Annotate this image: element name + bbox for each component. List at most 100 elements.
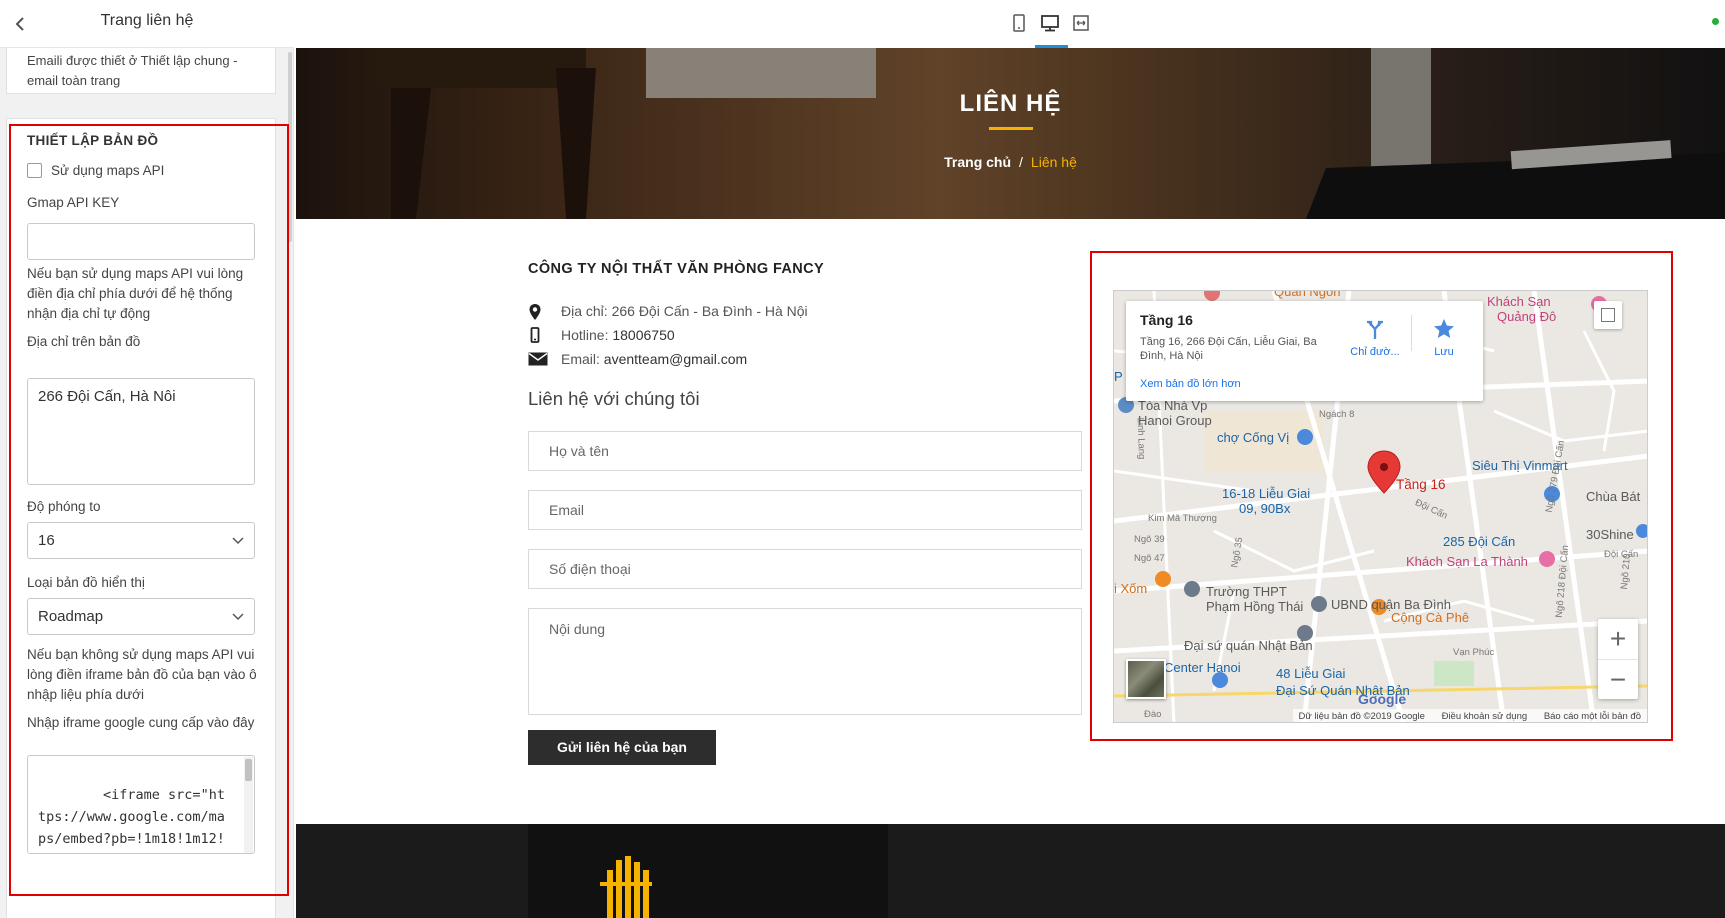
email-text: Email: aventteam@gmail.com [561, 351, 747, 367]
directions-label: Chỉ đườ... [1350, 346, 1400, 358]
address-label: Địa chỉ trên bản đồ [27, 334, 141, 349]
phone-input[interactable]: Số điện thoại [528, 549, 1082, 589]
status-dot [1712, 18, 1719, 25]
panel-scrollbar[interactable] [288, 52, 292, 242]
fullwidth-view-button[interactable] [1070, 12, 1092, 34]
poi-lieu-giai-2[interactable]: 09, 90Bx [1239, 501, 1290, 516]
embedded-map[interactable]: Quán Ngon Khách Sạn Quảng Đô P Tòa Nhà V… [1113, 290, 1648, 723]
map-type-label: Loại bản đồ hiển thị [27, 575, 145, 590]
poi-xom[interactable]: i Xốm [1114, 581, 1147, 596]
directions-button[interactable]: Chỉ đườ... [1347, 311, 1403, 363]
google-logo: Google [1358, 691, 1407, 707]
page-title: LIÊN HỆ [959, 90, 1062, 117]
zoom-label: Độ phóng to [27, 499, 101, 514]
zoom-in-button[interactable]: + [1598, 619, 1638, 659]
address-text: Địa chỉ: 266 Đội Cấn - Ba Đình - Hà Nội [561, 303, 808, 319]
chevron-down-icon [232, 537, 244, 545]
iframe-textarea-value: <iframe src="https://www.google.com/maps… [38, 787, 225, 847]
poi-48-lieu-giai[interactable]: 48 Liễu Giai [1276, 666, 1345, 681]
poi-cong-ca-phe[interactable]: Cộng Cà Phê [1391, 610, 1469, 625]
chevron-left-icon [15, 17, 24, 31]
map-type-select-value: Roadmap [38, 608, 104, 625]
company-logo [600, 856, 652, 918]
save-place-button[interactable]: Lưu [1422, 311, 1466, 363]
iframe-note: Nếu bạn không sử dụng maps API vui lòng … [27, 647, 257, 702]
fullscreen-icon [1601, 308, 1615, 322]
map-data-credit: Dữ liệu bản đồ ©2019 Google [1298, 711, 1425, 722]
submit-button[interactable]: Gửi liên hệ của bạn [528, 730, 716, 765]
map-marker-icon [529, 304, 541, 320]
map-settings-card: THIẾT LẬP BẢN ĐỒ Sử dụng maps API Gmap A… [6, 118, 276, 918]
settings-panel: Trang liên hệ Emaili được thiết ở Thiết … [0, 0, 294, 918]
poi-khach-san-quang-do-2[interactable]: Quảng Đô [1497, 309, 1556, 324]
street-van-phuc: Vạn Phúc [1453, 647, 1495, 658]
envelope-icon [528, 352, 548, 366]
breadcrumb-separator: / [1019, 154, 1023, 170]
iframe-scrollbar-thumb[interactable] [245, 759, 252, 781]
preview-toolbar [295, 0, 1725, 48]
desktop-icon [1041, 15, 1059, 32]
place-info-card: Tầng 16 Tầng 16, 266 Đội Cấn, Liễu Giai,… [1126, 301, 1483, 401]
street-ngo-39: Ngõ 39 [1134, 534, 1165, 545]
api-key-input[interactable] [27, 223, 255, 260]
iframe-textarea[interactable]: <iframe src="https://www.google.com/maps… [27, 755, 255, 854]
map-type-select[interactable]: Roadmap [27, 598, 255, 635]
zoom-out-button[interactable]: − [1598, 659, 1638, 699]
use-maps-api-checkbox[interactable] [27, 163, 42, 178]
street-linh-lang: Linh Lang [1134, 417, 1148, 460]
message-textarea[interactable]: Nội dung [528, 608, 1082, 715]
poi-center-hanoi[interactable]: Center Hanoi [1164, 660, 1241, 675]
poi-truong-1[interactable]: Trường THPT [1206, 584, 1287, 599]
poi-285-doi-can[interactable]: 285 Đội Cấn [1443, 534, 1515, 549]
map-fullscreen-button[interactable] [1594, 301, 1622, 329]
zoom-select[interactable]: 16 [27, 522, 255, 559]
poi-truong-2[interactable]: Phạm Hồng Thái [1206, 599, 1303, 614]
map-settings-heading: THIẾT LẬP BẢN ĐỒ [27, 133, 159, 148]
map-zoom-control: + − [1598, 619, 1638, 699]
place-address: Tầng 16, 266 Đội Cấn, Liễu Giai, Ba Đình… [1140, 336, 1317, 362]
poi-dai-su-quan[interactable]: Đại sứ quán Nhật Bản [1184, 638, 1313, 653]
hotline-value[interactable]: 18006750 [612, 327, 674, 343]
street-kim-ma: Kim Mã Thượng [1148, 513, 1217, 524]
panel-title: Trang liên hệ [100, 12, 194, 29]
satellite-toggle[interactable] [1126, 659, 1166, 699]
poi-30shine[interactable]: 30Shine [1586, 527, 1634, 542]
poi-chua-bat[interactable]: Chùa Bát [1586, 489, 1640, 504]
phone-icon [530, 327, 540, 343]
poi-khach-san-quang-do-1[interactable]: Khách Sạn [1487, 294, 1551, 309]
address-textarea[interactable]: 266 Đội Cấn, Hà Nôi [27, 378, 255, 485]
back-button[interactable] [6, 10, 34, 38]
email-note: Emaili được thiết ở Thiết lập chung - em… [27, 53, 238, 88]
iframe-scrollbar[interactable] [244, 757, 253, 853]
map-report-link[interactable]: Báo cáo một lỗi bản đồ [1544, 711, 1641, 722]
banner-overlay [296, 48, 1725, 219]
poi-lieu-giai-1[interactable]: 16-18 Liễu Giai [1222, 486, 1310, 501]
poi-cho-cong-vi[interactable]: chợ Cống Vị [1217, 430, 1289, 445]
star-icon [1434, 319, 1454, 338]
breadcrumb-home[interactable]: Trang chủ [944, 154, 1011, 170]
breadcrumb: Trang chủ / Liên hệ [296, 154, 1725, 170]
mobile-icon [1013, 14, 1025, 32]
breadcrumb-current: Liên hệ [1030, 154, 1077, 170]
name-input[interactable]: Họ và tên [528, 431, 1082, 471]
hotline-text: Hotline: 18006750 [561, 327, 675, 343]
mobile-view-button[interactable] [1008, 12, 1030, 34]
email-note-card: Emaili được thiết ở Thiết lập chung - em… [6, 48, 276, 94]
site-footer [296, 824, 1725, 918]
larger-map-link[interactable]: Xem bản đồ lớn hơn [1140, 378, 1241, 390]
api-key-label: Gmap API KEY [27, 195, 120, 210]
email-value[interactable]: aventteam@gmail.com [604, 351, 747, 367]
form-heading: Liên hệ với chúng tôi [528, 388, 700, 409]
poi-la-thanh[interactable]: Khách Sạn La Thành [1406, 554, 1528, 569]
poi-p: P [1114, 369, 1123, 384]
poi-quan-ngon[interactable]: Quán Ngon [1274, 291, 1341, 299]
poi-toa-nha-2[interactable]: Hanoi Group [1138, 413, 1212, 428]
desktop-view-button[interactable] [1039, 12, 1061, 34]
api-note: Nếu bạn sử dụng maps API vui lòng điền đ… [27, 266, 244, 321]
map-attribution: Dữ liệu bản đồ ©2019 Google Điều khoản s… [1292, 709, 1647, 722]
map-terms-link[interactable]: Điều khoản sử dụng [1442, 711, 1528, 722]
email-input[interactable]: Email [528, 490, 1082, 530]
panel-scroll-area[interactable]: Emaili được thiết ở Thiết lập chung - em… [0, 48, 294, 918]
map-pin-label[interactable]: Tầng 16 [1396, 477, 1446, 492]
place-title: Tầng 16 [1140, 312, 1193, 328]
